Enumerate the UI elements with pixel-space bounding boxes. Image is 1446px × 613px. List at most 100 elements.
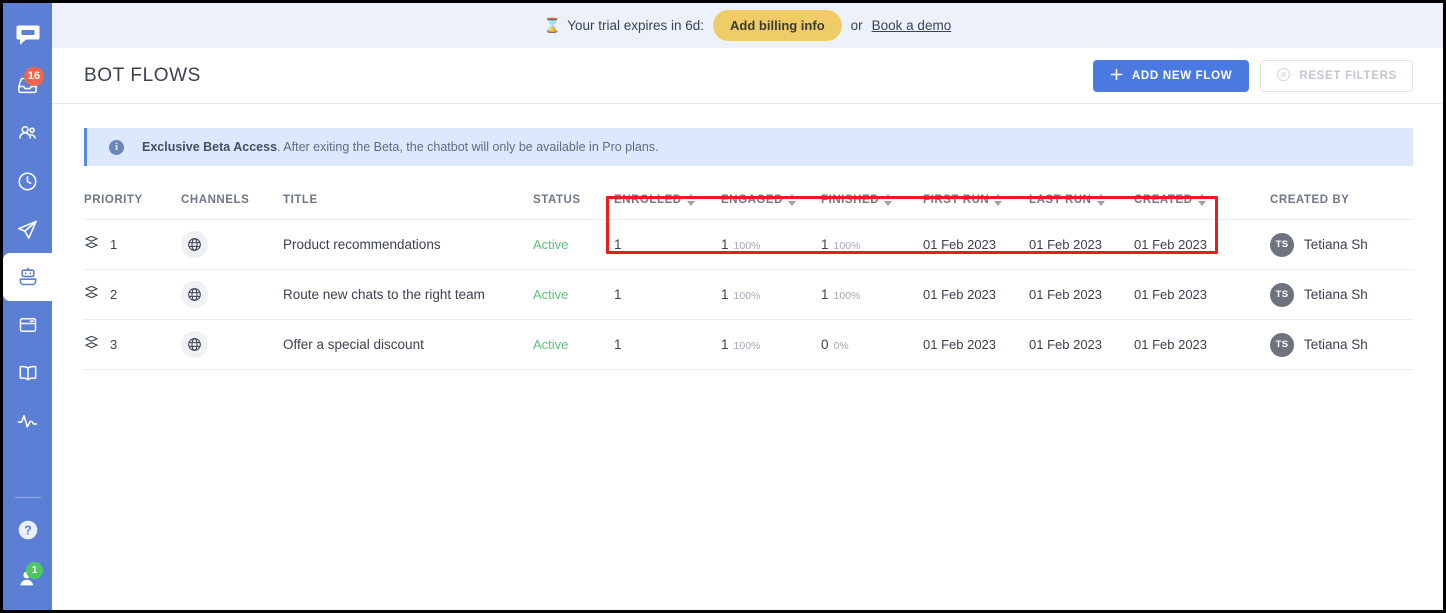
paper-plane-icon: [16, 218, 39, 241]
cell-finished: 0 0%: [821, 320, 923, 370]
sidebar-item-inbox[interactable]: 16: [3, 61, 52, 109]
drag-layers-icon[interactable]: [84, 235, 99, 254]
cell-title[interactable]: Offer a special discount: [283, 320, 533, 370]
sort-icon[interactable]: [1096, 194, 1106, 206]
created-by-header-label: CREATED BY: [1270, 194, 1350, 206]
cell-engaged: 1 100%: [721, 220, 821, 270]
drag-layers-icon[interactable]: [84, 285, 99, 304]
chat-bubble-icon: [15, 21, 41, 47]
priority-value: 1: [110, 237, 118, 252]
cell-channels: [181, 320, 283, 370]
robot-icon: [16, 265, 40, 289]
cell-priority: 1: [84, 220, 181, 270]
sidebar-item-campaigns[interactable]: [3, 205, 52, 253]
cell-priority: 3: [84, 320, 181, 370]
drag-layers-icon[interactable]: [84, 335, 99, 354]
cell-last-run: 01 Feb 2023: [1029, 220, 1134, 270]
sidebar-item-knowledge-base[interactable]: [3, 349, 52, 397]
avatar: TS: [1270, 232, 1294, 257]
priority-wrap: 2: [84, 285, 181, 304]
column-header-created-by[interactable]: CREATED BY: [1240, 194, 1413, 220]
engaged-percent: 100%: [733, 240, 761, 252]
column-header-engaged[interactable]: ENGAGED: [721, 194, 821, 220]
creator-name: Tetiana Sh: [1304, 337, 1368, 352]
column-header-first-run[interactable]: FIRST RUN: [923, 194, 1029, 220]
created-date: 01 Feb 2023: [1134, 337, 1208, 352]
cell-created-by: TS Tetiana Sh: [1240, 270, 1413, 320]
column-header-status[interactable]: STATUS: [533, 194, 614, 220]
sidebar-item-contacts[interactable]: [3, 109, 52, 157]
priority-header-label: PRIORITY: [84, 194, 143, 206]
page-title: BOT FLOWS: [84, 64, 201, 86]
table-row[interactable]: 3 Offer a special discount Active 1 1 100% 0 0%…: [84, 319, 1413, 370]
column-header-last-run[interactable]: LAST RUN: [1029, 194, 1134, 220]
created-date: 01 Feb 2023: [1134, 237, 1208, 252]
last-run-header-label: LAST RUN: [1029, 194, 1092, 206]
sort-icon[interactable]: [788, 194, 797, 206]
hourglass-icon: ⌛: [543, 17, 562, 33]
book-a-demo-link[interactable]: Book a demo: [872, 18, 952, 33]
sort-icon[interactable]: [994, 194, 1003, 206]
sort-icon[interactable]: [686, 194, 696, 206]
column-header-created[interactable]: CREATED: [1134, 194, 1240, 220]
add-new-flow-button[interactable]: ADD NEW FLOW: [1092, 59, 1250, 92]
flow-title: Offer a special discount: [283, 337, 424, 352]
inbox-unread-badge: 16: [23, 67, 44, 86]
add-billing-info-button[interactable]: Add billing info: [713, 10, 842, 41]
table-row[interactable]: 2 Route new chats to the right team Active…: [84, 269, 1413, 320]
archive-box-icon: [17, 314, 39, 336]
page-header: BOT FLOWS ADD NEW FLOW RESET FILTERS: [52, 48, 1443, 104]
or-label: or: [850, 18, 863, 33]
sidebar-item-analytics[interactable]: [3, 397, 52, 445]
title-header-label: TITLE: [283, 194, 318, 206]
cell-title[interactable]: Product recommendations: [283, 220, 533, 270]
creator-wrap: TS Tetiana Sh: [1270, 232, 1413, 257]
column-header-title[interactable]: TITLE: [283, 194, 533, 220]
cell-title[interactable]: Route new chats to the right team: [283, 270, 533, 320]
cell-enrolled: 1: [614, 320, 721, 370]
last-run-date: 01 Feb 2023: [1029, 287, 1103, 302]
sidebar-divider: [14, 497, 41, 498]
sidebar-item-history[interactable]: [3, 157, 52, 205]
column-header-finished[interactable]: FINISHED: [821, 194, 923, 220]
cell-channels: [181, 220, 283, 270]
profile-badge: 1: [26, 562, 43, 579]
created-by-header-inner: CREATED BY: [1270, 194, 1349, 206]
sort-icon[interactable]: [1197, 194, 1207, 206]
trial-banner: ⌛ Your trial expires in 6d: Add billing …: [52, 3, 1443, 48]
column-header-enrolled[interactable]: ENROLLED: [614, 194, 721, 220]
first-run-date: 01 Feb 2023: [923, 337, 997, 352]
last-run-header-inner: LAST RUN: [1029, 194, 1106, 206]
engaged-percent: 100%: [733, 290, 761, 302]
content-area: i Exclusive Beta Access. After exiting t…: [52, 104, 1443, 610]
main-area: ⌛ Your trial expires in 6d: Add billing …: [52, 3, 1443, 610]
cell-finished: 1 100%: [821, 270, 923, 320]
sidebar-item-chat-logo[interactable]: [3, 7, 52, 61]
column-header-channels[interactable]: CHANNELS: [181, 194, 283, 220]
enrolled-header-inner: ENROLLED: [614, 194, 696, 206]
globe-icon[interactable]: [181, 231, 208, 258]
cell-first-run: 01 Feb 2023: [923, 270, 1029, 320]
sidebar-item-bots[interactable]: [3, 253, 52, 301]
globe-icon[interactable]: [181, 331, 208, 358]
sidebar-item-profile[interactable]: 1: [3, 554, 52, 602]
beta-info-banner: i Exclusive Beta Access. After exiting t…: [84, 128, 1413, 166]
globe-icon[interactable]: [181, 281, 208, 308]
enrolled-header-label: ENROLLED: [614, 194, 682, 206]
table-header-row: PRIORITY CHANNELS TITLE STATUS ENROLLED …: [84, 194, 1413, 220]
cell-first-run: 01 Feb 2023: [923, 320, 1029, 370]
first-run-header-label: FIRST RUN: [923, 194, 990, 206]
sidebar-item-archive[interactable]: [3, 301, 52, 349]
enrolled-metric: 1: [614, 237, 622, 252]
sidebar-item-help[interactable]: ?: [3, 506, 52, 554]
reset-filters-button[interactable]: RESET FILTERS: [1260, 59, 1413, 92]
sort-icon[interactable]: [884, 194, 893, 206]
table-row[interactable]: 1 Product recommendations Active 1 1 100% 1 100…: [84, 219, 1413, 270]
creator-name: Tetiana Sh: [1304, 287, 1368, 302]
cell-channels: [181, 270, 283, 320]
cell-engaged: 1 100%: [721, 270, 821, 320]
beta-banner-rest: . After exiting the Beta, the chatbot wi…: [277, 140, 659, 154]
priority-wrap: 1: [84, 235, 181, 254]
created-header-inner: CREATED: [1134, 194, 1207, 206]
trial-message: Your trial expires in 6d:: [567, 18, 705, 33]
